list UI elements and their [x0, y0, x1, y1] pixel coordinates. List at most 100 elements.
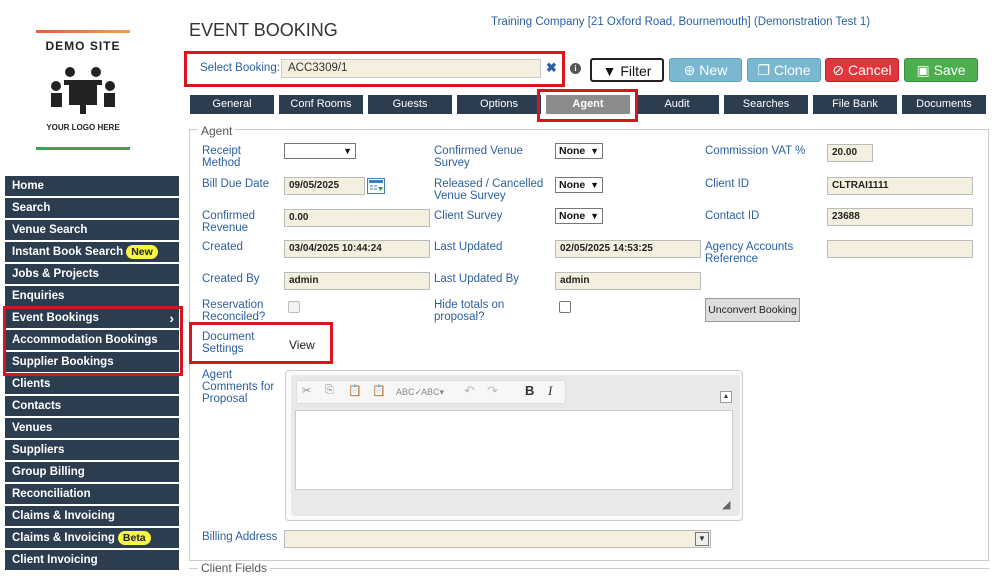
sidebar-item-enquiries[interactable]: Enquiries — [5, 286, 179, 306]
created-by-label: Created By — [202, 273, 260, 285]
highlight-box-document-settings — [189, 322, 333, 364]
sidebar-item-group-billing[interactable]: Group Billing — [5, 462, 179, 482]
last-updated-by-label: Last Updated By — [434, 273, 520, 285]
reservation-reconciled-label: Reservation Reconciled? — [202, 299, 266, 323]
contact-id-input[interactable]: 23688 — [827, 208, 973, 226]
released-cancelled-select[interactable]: None ▼ — [555, 177, 603, 193]
save-button[interactable]: ▣ Save — [904, 58, 978, 82]
tab-documents[interactable]: Documents — [902, 95, 986, 114]
new-button[interactable]: ⊕ New — [669, 58, 742, 82]
sidebar-item-clients[interactable]: Clients — [5, 374, 179, 394]
sidebar-item-suppliers[interactable]: Suppliers — [5, 440, 179, 460]
confirmed-venue-survey-label: Confirmed Venue Survey — [434, 145, 523, 169]
reservation-reconciled-checkbox[interactable] — [288, 301, 300, 313]
tab-conf-rooms[interactable]: Conf Rooms — [279, 95, 363, 114]
billing-address-select[interactable]: ▼ — [284, 530, 711, 548]
unconvert-booking-button[interactable]: Unconvert Booking — [705, 298, 800, 322]
highlight-box-bookings — [3, 306, 183, 376]
copy-icon: ❐ — [757, 62, 771, 78]
sidebar-item-venues[interactable]: Venues — [5, 418, 179, 438]
bill-due-date-input[interactable]: 09/05/2025 — [284, 177, 365, 195]
hide-totals-checkbox[interactable] — [559, 301, 571, 313]
company-info: Training Company [21 Oxford Road, Bourne… — [491, 16, 871, 28]
cancel-button[interactable]: ⊘ Cancel — [825, 58, 899, 82]
client-id-label: Client ID — [705, 178, 750, 190]
commission-vat-input[interactable]: 20.00 — [827, 144, 873, 162]
copy-icon[interactable]: ⎘ — [325, 384, 334, 397]
client-survey-label: Client Survey — [434, 210, 503, 222]
confirmed-revenue-input[interactable]: 0.00 — [284, 209, 430, 227]
redo-icon[interactable]: ↷ — [487, 383, 498, 399]
sidebar-item-contacts[interactable]: Contacts — [5, 396, 179, 416]
page-title: EVENT BOOKING — [189, 20, 338, 40]
created-input: 03/04/2025 10:44:24 — [284, 240, 430, 258]
chevron-down-icon: ▼ — [590, 211, 599, 221]
tab-general[interactable]: General — [190, 95, 274, 114]
released-cancelled-label: Released / Cancelled Venue Survey — [434, 178, 544, 202]
confirmed-revenue-label: Confirmed Revenue — [202, 210, 256, 234]
chevron-down-icon: ▼ — [590, 180, 599, 190]
logo-subtitle: YOUR LOGO HERE — [46, 123, 120, 132]
sidebar-item-instant-book-search[interactable]: Instant Book Search New — [5, 242, 179, 262]
agency-accounts-reference-label: Agency Accounts Reference — [705, 241, 794, 265]
last-updated-by-input: admin — [555, 272, 701, 290]
info-icon[interactable]: i — [570, 63, 581, 74]
client-fields-fieldset — [189, 568, 989, 578]
filter-button[interactable]: ▼ Filter — [590, 58, 664, 82]
clone-button[interactable]: ❐ Clone — [747, 58, 821, 82]
italic-icon[interactable]: I — [548, 383, 552, 399]
spellcheck-icon[interactable]: ABC✓ — [396, 387, 422, 398]
contact-id-label: Contact ID — [705, 210, 760, 222]
created-label: Created — [202, 241, 243, 253]
sidebar-item-jobs-projects[interactable]: Jobs & Projects — [5, 264, 179, 284]
clear-icon[interactable]: ✖ — [546, 60, 557, 76]
sidebar-item-claims-invoicing[interactable]: Claims & Invoicing — [5, 506, 179, 526]
bold-icon[interactable]: B — [525, 383, 534, 398]
sidebar-item-search[interactable]: Search — [5, 198, 179, 218]
bill-due-date-label: Bill Due Date — [202, 178, 270, 190]
meeting-icon — [51, 67, 115, 114]
client-id-input[interactable]: CLTRAI1111 — [827, 177, 973, 195]
collapse-toolbar-icon[interactable]: ▲ — [720, 391, 732, 403]
beta-badge: Beta — [117, 531, 151, 545]
ban-icon: ⊘ — [832, 62, 845, 78]
paste-word-icon[interactable]: 📋 — [372, 384, 386, 397]
client-fields-legend: Client Fields — [198, 561, 271, 575]
chevron-down-icon: ▼ — [695, 532, 709, 546]
last-updated-label: Last Updated — [434, 241, 503, 253]
agent-comments-textarea[interactable] — [295, 410, 733, 490]
receipt-method-select[interactable]: ▼ — [284, 143, 356, 159]
undo-icon[interactable]: ↶ — [464, 383, 475, 399]
resize-handle-icon[interactable]: ◢ — [722, 498, 730, 511]
floppy-icon: ▣ — [916, 62, 930, 78]
sidebar-item-home[interactable]: Home — [5, 176, 179, 196]
client-survey-select[interactable]: None ▼ — [555, 208, 603, 224]
sidebar-item-reconciliation[interactable]: Reconciliation — [5, 484, 179, 504]
confirmed-venue-survey-select[interactable]: None ▼ — [555, 143, 603, 159]
tab-searches[interactable]: Searches — [724, 95, 808, 114]
chevron-down-icon: ▼ — [590, 146, 599, 156]
sidebar-item-venue-search[interactable]: Venue Search — [5, 220, 179, 240]
sidebar-item-client-invoicing[interactable]: Client Invoicing — [5, 550, 179, 570]
site-logo: DEMO SITE YOUR LOGO HERE — [36, 30, 130, 152]
highlight-box-agent-tab — [537, 89, 638, 122]
commission-vat-label: Commission VAT % — [705, 145, 806, 157]
logo-title: DEMO SITE — [45, 39, 121, 53]
sidebar-item-claims-invoicing-beta[interactable]: Claims & Invoicing Beta — [5, 528, 179, 548]
calendar-icon[interactable] — [367, 178, 385, 194]
select-booking-input[interactable]: ACC3309/1 — [281, 59, 541, 78]
tab-options[interactable]: Options — [457, 95, 541, 114]
agency-accounts-reference-input[interactable] — [827, 240, 973, 258]
spellcheck-menu-icon[interactable]: ABC▾ — [421, 387, 444, 398]
new-badge: New — [126, 245, 158, 259]
tab-audit[interactable]: Audit — [635, 95, 719, 114]
cut-icon[interactable]: ✂ — [302, 384, 311, 397]
tab-file-bank[interactable]: File Bank — [813, 95, 897, 114]
chevron-down-icon: ▼ — [343, 146, 352, 156]
agent-comments-label: Agent Comments for Proposal — [202, 369, 275, 405]
billing-address-label: Billing Address — [202, 531, 278, 543]
tab-guests[interactable]: Guests — [368, 95, 452, 114]
paste-icon[interactable]: 📋 — [348, 384, 362, 397]
filter-icon: ▼ — [602, 63, 617, 79]
plus-icon: ⊕ — [683, 62, 696, 78]
